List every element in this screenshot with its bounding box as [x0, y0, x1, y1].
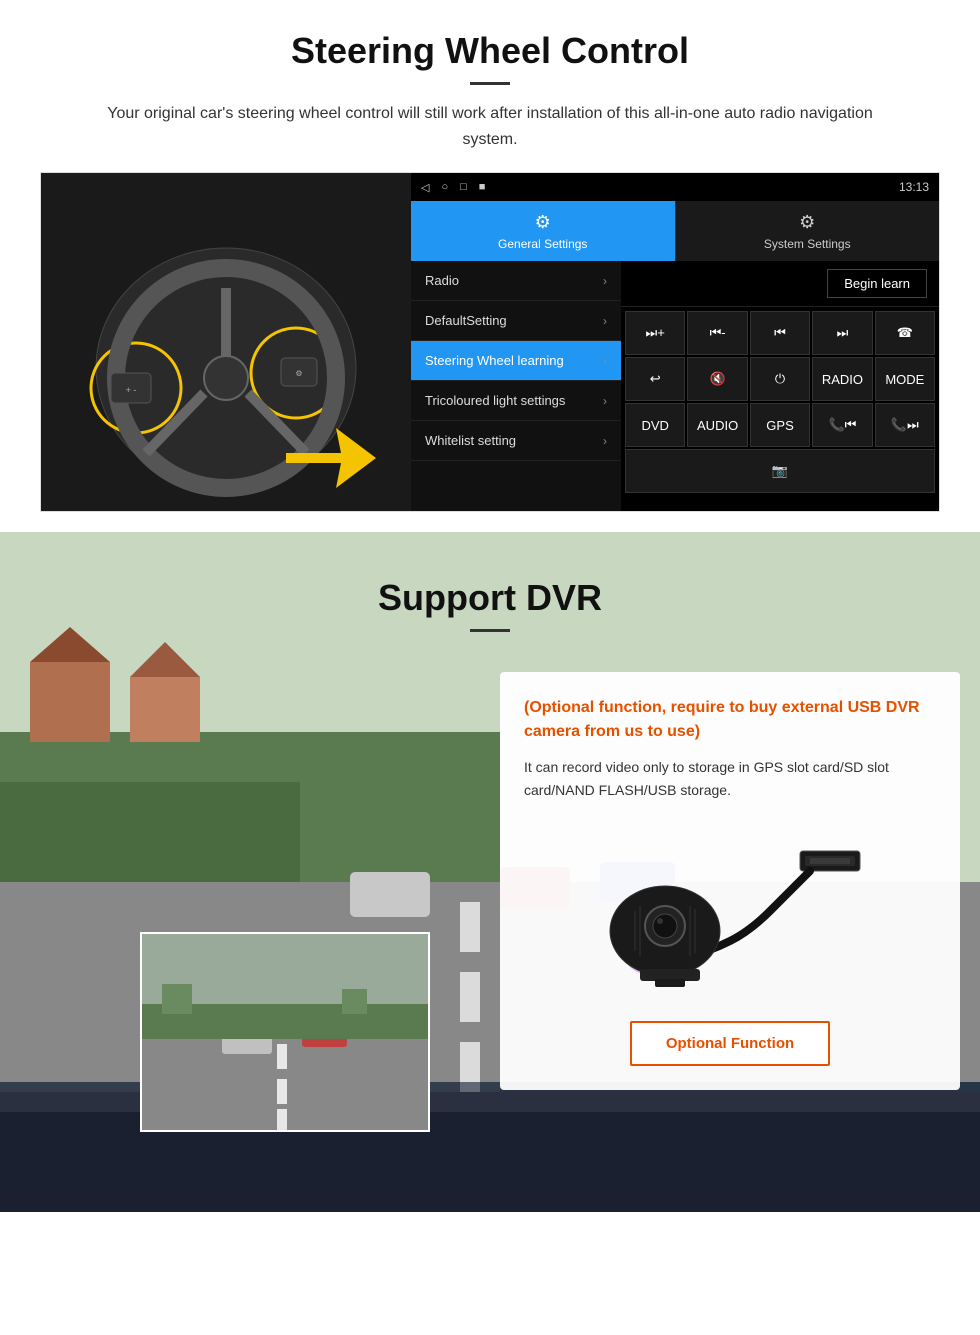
ctrl-mode[interactable]: MODE [875, 357, 935, 401]
chevron-right-icon-5: › [603, 434, 607, 448]
control-row-4: 📷 [625, 449, 935, 493]
dvr-optional-text: (Optional function, require to buy exter… [524, 696, 936, 744]
menu-item-tricoloured[interactable]: Tricoloured light settings › [411, 381, 621, 421]
begin-learn-button[interactable]: Begin learn [827, 269, 927, 298]
control-grid: ⏭+ ⏮- ⏮ ⏭ ☎ ↩ 🔇 ⏻ RADIO MODE [621, 307, 939, 497]
ctrl-audio[interactable]: AUDIO [687, 403, 747, 447]
ctrl-call-prev[interactable]: 📞⏮ [812, 403, 872, 447]
ctrl-vol-up[interactable]: ⏭+ [625, 311, 685, 355]
steering-wheel-svg: + - ⚙ [56, 188, 396, 498]
title-divider-1 [470, 82, 510, 85]
steering-subtitle: Your original car's steering wheel contr… [80, 101, 900, 152]
dvr-thumbnail [140, 932, 430, 1132]
home-icon: ○ [441, 181, 448, 194]
dvr-section: Support DVR (Optional function, require … [0, 532, 980, 1212]
menu-list: Radio › DefaultSetting › Steering Wheel … [411, 261, 621, 511]
dvr-title-container: Support DVR [0, 532, 980, 632]
ctrl-vol-down[interactable]: ⏮- [687, 311, 747, 355]
system-icon: ⚙ [799, 212, 815, 233]
ctrl-call[interactable]: ☎ [875, 311, 935, 355]
back-icon: ◁ [421, 181, 429, 194]
chevron-right-icon: › [603, 274, 607, 288]
ctrl-back[interactable]: ↩ [625, 357, 685, 401]
android-panel: ◁ ○ □ ■ 13:13 ⚙ General Settings ⚙ Syste… [411, 173, 939, 511]
ctrl-dvd[interactable]: DVD [625, 403, 685, 447]
menu-whitelist-label: Whitelist setting [425, 433, 516, 448]
settings-gear-icon: ⚙ [535, 212, 551, 233]
menu-default-label: DefaultSetting [425, 313, 507, 328]
chevron-right-icon-3: › [603, 354, 607, 368]
control-row-3: DVD AUDIO GPS 📞⏮ 📞⏭ [625, 403, 935, 447]
dvr-title: Support DVR [0, 577, 980, 619]
steering-demo-area: + - ⚙ ◁ ○ □ ■ 13:13 [40, 172, 940, 512]
control-row-1: ⏭+ ⏮- ⏮ ⏭ ☎ [625, 311, 935, 355]
ctrl-mute[interactable]: 🔇 [687, 357, 747, 401]
ctrl-power[interactable]: ⏻ [750, 357, 810, 401]
dvr-title-divider [470, 629, 510, 632]
steering-section: Steering Wheel Control Your original car… [0, 0, 980, 532]
statusbar-nav-icons: ◁ ○ □ ■ [421, 181, 485, 194]
tab-system-label: System Settings [764, 237, 851, 251]
svg-text:⚙: ⚙ [295, 369, 302, 378]
control-row-2: ↩ 🔇 ⏻ RADIO MODE [625, 357, 935, 401]
ctrl-prev[interactable]: ⏮ [750, 311, 810, 355]
menu-tricoloured-label: Tricoloured light settings [425, 393, 565, 408]
menu-content: Begin learn ⏭+ ⏮- ⏮ ⏭ ☎ [621, 261, 939, 511]
menu-item-radio[interactable]: Radio › [411, 261, 621, 301]
menu-item-default-setting[interactable]: DefaultSetting › [411, 301, 621, 341]
svg-text:+ -: + - [126, 385, 137, 395]
menu-item-steering-wheel[interactable]: Steering Wheel learning › [411, 341, 621, 381]
optional-function-button[interactable]: Optional Function [630, 1021, 830, 1066]
dvr-description: It can record video only to storage in G… [524, 756, 936, 801]
ctrl-camera[interactable]: 📷 [625, 449, 935, 493]
dvr-camera-illustration [524, 821, 936, 1001]
menu-icon: ■ [479, 181, 486, 194]
statusbar-time: 13:13 [899, 180, 929, 194]
menu-radio-label: Radio [425, 273, 459, 288]
tab-system-settings[interactable]: ⚙ System Settings [675, 201, 940, 261]
menu-item-whitelist[interactable]: Whitelist setting › [411, 421, 621, 461]
chevron-right-icon-4: › [603, 394, 607, 408]
steering-title: Steering Wheel Control [40, 30, 940, 72]
recents-icon: □ [460, 181, 467, 194]
android-statusbar: ◁ ○ □ ■ 13:13 [411, 173, 939, 201]
dvr-camera-svg [580, 831, 880, 991]
tab-general-settings[interactable]: ⚙ General Settings [411, 201, 675, 261]
begin-learn-row: Begin learn [621, 261, 939, 307]
tab-general-label: General Settings [498, 237, 587, 251]
ctrl-radio[interactable]: RADIO [812, 357, 872, 401]
ctrl-gps[interactable]: GPS [750, 403, 810, 447]
chevron-right-icon-2: › [603, 314, 607, 328]
dvr-thumbnail-svg [142, 934, 430, 1132]
dvr-info-card: (Optional function, require to buy exter… [500, 672, 960, 1090]
ctrl-call-next[interactable]: 📞⏭ [875, 403, 935, 447]
ctrl-next[interactable]: ⏭ [812, 311, 872, 355]
steering-wheel-image: + - ⚙ [41, 173, 411, 512]
android-menu-area: Radio › DefaultSetting › Steering Wheel … [411, 261, 939, 511]
android-tabs: ⚙ General Settings ⚙ System Settings [411, 201, 939, 261]
menu-steering-label: Steering Wheel learning [425, 353, 564, 368]
